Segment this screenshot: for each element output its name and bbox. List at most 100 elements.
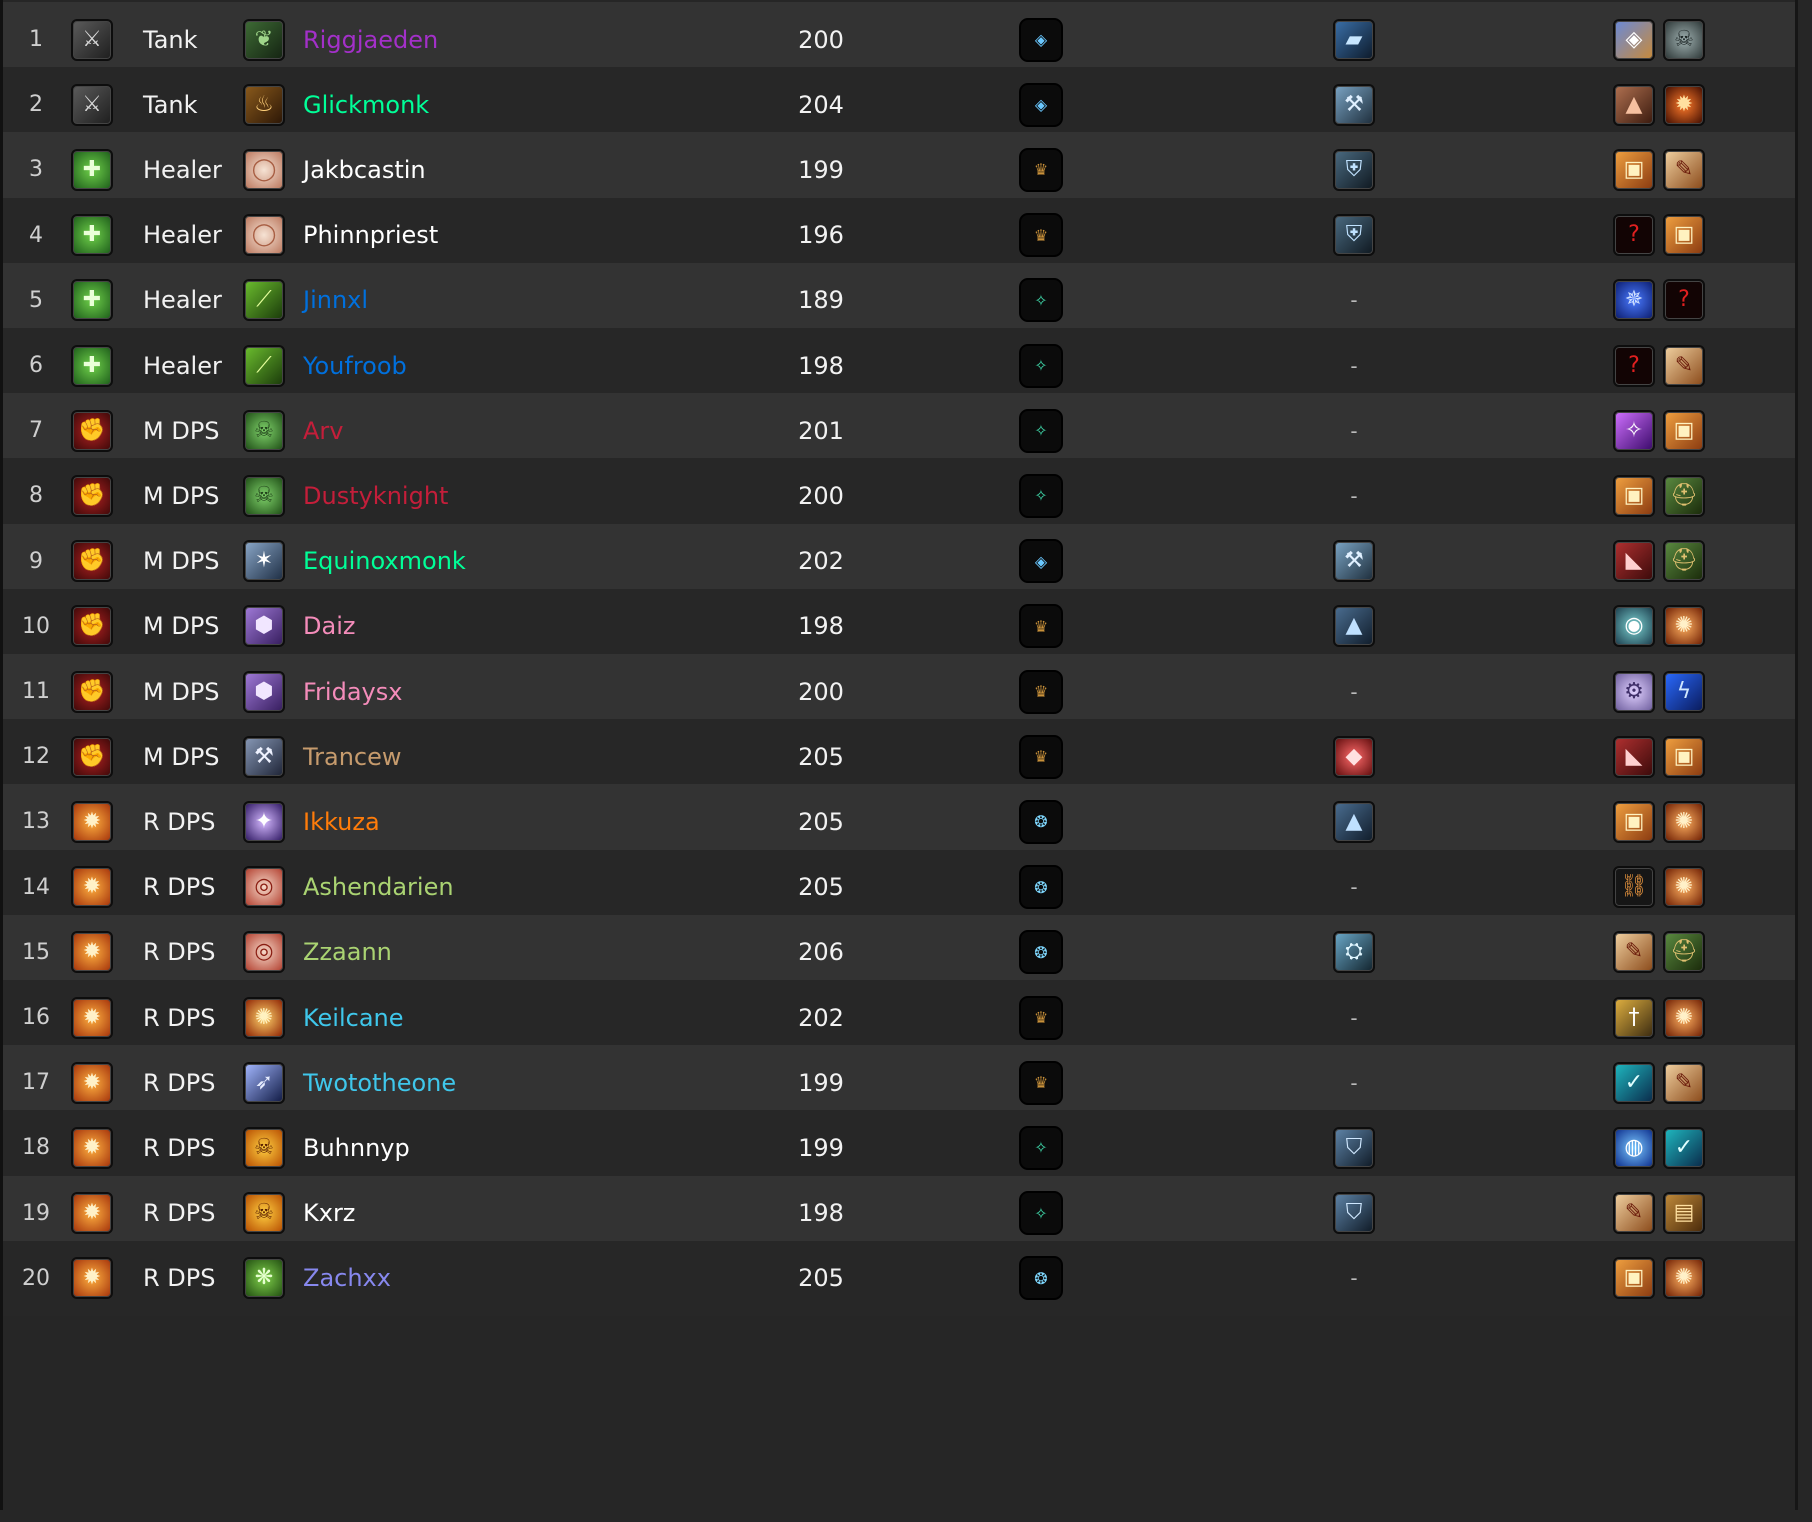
role-icon-cell: ✹ xyxy=(71,1110,113,1185)
trinkets-cell: ◣ ▣ xyxy=(1613,719,1705,794)
trinkets-cell: ▣ ✺ xyxy=(1613,1241,1705,1316)
table-row[interactable]: 1 ⚔ Tank ❦ Riggjaeden 200 ◈ ▰ ◈ ☠ xyxy=(3,2,1795,77)
trinket-skull-icon: ☠ xyxy=(1663,18,1705,61)
table-row[interactable]: 8 ✊ M DPS ☠ Dustyknight 200 ✧ - ▣ ⛑ xyxy=(3,458,1795,534)
player-name-link[interactable]: Jakbcastin xyxy=(303,132,426,207)
table-row[interactable]: 12 ✊ M DPS ⚒ Trancew 205 ♛ ◆ ◣ ▣ xyxy=(3,719,1795,795)
empty-tier: - xyxy=(1350,1266,1358,1291)
tier-cell: ⛉ xyxy=(1331,1110,1377,1185)
row-number: 13 xyxy=(22,809,50,835)
player-name-link[interactable]: Zzaann xyxy=(303,915,392,990)
item-level: 200 xyxy=(798,25,844,54)
player-name-link[interactable]: Equinoxmonk xyxy=(303,524,466,599)
melee-dps-icon: ✊ xyxy=(71,605,113,648)
player-name-link[interactable]: Kxrz xyxy=(303,1176,355,1251)
ranged-dps-icon: ✹ xyxy=(71,866,113,909)
table-row[interactable]: 6 ✚ Healer ⟋ Youfroob 198 ✧ -? ✎ xyxy=(3,328,1795,403)
paladin-retribution-icon: ⬢ xyxy=(243,605,285,648)
healer-icon: ✚ xyxy=(71,148,113,191)
shaman-restoration-icon: ⟋ xyxy=(243,344,285,387)
venthyr-icon: ♛ xyxy=(1019,213,1063,258)
table-row[interactable]: 19 ✹ R DPS ☠ Kxrz 198 ✧ ⛉ ✎ ▤ xyxy=(3,1175,1795,1251)
trinkets-cell: ◈ ☠ xyxy=(1613,2,1705,77)
trinket-chest-icon: ▣ xyxy=(1663,214,1705,257)
table-row[interactable]: 11 ✊ M DPS ⬢ Fridaysx 200 ♛ - ⚙ ϟ xyxy=(3,654,1795,729)
necrolord-icon: ✧ xyxy=(1019,278,1063,323)
table-row[interactable]: 3 ✚ Healer ◯ Jakbcastin 199 ♛ ⛨ ▣ ✎ xyxy=(3,132,1795,208)
trinket-ore-icon: ▲ xyxy=(1613,83,1655,126)
ranged-dps-icon: ✹ xyxy=(71,931,113,974)
row-number: 8 xyxy=(29,483,43,509)
role-icon-cell: ✚ xyxy=(71,198,113,273)
player-name-link[interactable]: Jinnxl xyxy=(303,263,368,338)
trinkets-cell: ▣ ⛑ xyxy=(1613,458,1705,533)
covenant-cell: ◈ xyxy=(1019,67,1063,142)
empty-tier: - xyxy=(1350,353,1358,378)
table-row[interactable]: 18 ✹ R DPS ☠ Buhnnyp 199 ✧ ⛉ ◍ ✓ xyxy=(3,1110,1795,1186)
melee-dps-icon: ✊ xyxy=(71,540,113,583)
player-name-link[interactable]: Buhnnyp xyxy=(303,1110,410,1185)
trinket-orb-icon: ✺ xyxy=(1663,605,1705,648)
table-row[interactable]: 10 ✊ M DPS ⬢ Daiz 198 ♛ ▲ ◉ ✺ xyxy=(3,588,1795,664)
empty-tier: - xyxy=(1350,679,1358,704)
trinket-orb-icon: ✺ xyxy=(1663,1257,1705,1300)
mage-fire-icon: ✺ xyxy=(243,996,285,1039)
trinket-pair: ▣ ✺ xyxy=(1613,1257,1705,1300)
table-row[interactable]: 14 ✹ R DPS ◎ Ashendarien 205 ❂ - ⛓ ✺ xyxy=(3,849,1795,925)
player-name-link[interactable]: Ashendarien xyxy=(303,850,454,925)
table-row[interactable]: 13 ✹ R DPS ✦ Ikkuza 205 ❂ ▲ ▣ ✺ xyxy=(3,784,1795,860)
table-row[interactable]: 16 ✹ R DPS ✺ Keilcane 202 ♛ - † ✺ xyxy=(3,980,1795,1055)
trinket-pair: ✎ ⛑ xyxy=(1613,931,1705,974)
player-name-link[interactable]: Ikkuza xyxy=(303,784,380,859)
table-row[interactable]: 4 ✚ Healer ◯ Phinnpriest 196 ♛ ⛨? ▣ xyxy=(3,197,1795,273)
covenant-cell: ✧ xyxy=(1019,328,1063,403)
role-label: R DPS xyxy=(143,1003,216,1032)
table-row[interactable]: 20 ✹ R DPS ❋ Zachxx 205 ❂ - ▣ ✺ xyxy=(3,1240,1795,1316)
table-row[interactable]: 17 ✹ R DPS ➶ Twototheone 199 ♛ - ✓ ✎ xyxy=(3,1045,1795,1121)
row-number: 17 xyxy=(22,1070,50,1096)
player-name-link[interactable]: Arv xyxy=(303,393,344,468)
player-name-link[interactable]: Zachxx xyxy=(303,1241,391,1316)
table-row[interactable]: 15 ✹ R DPS ◎ Zzaann 206 ❂ ⛭ ✎ ⛑ xyxy=(3,914,1795,990)
table-row[interactable]: 2 ⚔ Tank ♨ Glickmonk 204 ◈ ⚒ ▲ ✹ xyxy=(3,67,1795,143)
ranged-dps-icon: ✹ xyxy=(71,1126,113,1169)
player-name-link[interactable]: Keilcane xyxy=(303,980,404,1055)
tier-cell: - xyxy=(1331,1045,1377,1120)
player-name-link[interactable]: Riggjaeden xyxy=(303,2,438,77)
role-label: M DPS xyxy=(143,481,220,510)
role-icon-cell: ✊ xyxy=(71,654,113,729)
player-name-link[interactable]: Phinnpriest xyxy=(303,198,438,273)
class-icon-cell: ⚒ xyxy=(243,719,285,794)
player-name-link[interactable]: Daiz xyxy=(303,589,355,664)
trinket-chest-icon: ▣ xyxy=(1663,735,1705,778)
table-row[interactable]: 5 ✚ Healer ⟋ Jinnxl 189 ✧ - ✵? xyxy=(3,262,1795,338)
class-icon-cell: ☠ xyxy=(243,393,285,468)
trinket-chest-icon: ▣ xyxy=(1613,148,1655,191)
necrolord-icon: ✧ xyxy=(1019,1191,1063,1236)
player-name-link[interactable]: Twototheone xyxy=(303,1045,456,1120)
trinket-pair: ◍ ✓ xyxy=(1613,1126,1705,1169)
covenant-cell: ♛ xyxy=(1019,589,1063,664)
trinket-pair: ◣ ▣ xyxy=(1613,735,1705,778)
priest-shadow-skull-icon: ☠ xyxy=(243,1126,285,1169)
item-level: 204 xyxy=(798,90,844,119)
role-icon-cell: ✊ xyxy=(71,719,113,794)
player-name-link[interactable]: Glickmonk xyxy=(303,67,429,142)
trinket-chest-icon: ▣ xyxy=(1663,409,1705,452)
player-name-link[interactable]: Youfroob xyxy=(303,328,407,403)
player-name-link[interactable]: Trancew xyxy=(303,719,402,794)
player-name-link[interactable]: Dustyknight xyxy=(303,458,448,533)
player-name-link[interactable]: Fridaysx xyxy=(303,654,402,729)
role-icon-cell: ✚ xyxy=(71,132,113,207)
item-level: 205 xyxy=(798,1264,844,1293)
ranged-dps-icon: ✹ xyxy=(71,1257,113,1300)
trinket-fire-icon: ✹ xyxy=(1663,83,1705,126)
table-row[interactable]: 7 ✊ M DPS ☠ Arv 201 ✧ - ✧ ▣ xyxy=(3,393,1795,469)
trinket-pair: ▣ ✺ xyxy=(1613,800,1705,843)
ranged-dps-icon: ✹ xyxy=(71,996,113,1039)
table-row[interactable]: 9 ✊ M DPS ✶ Equinoxmonk 202 ◈ ⚒ ◣ ⛑ xyxy=(3,523,1795,599)
ranged-dps-icon: ✹ xyxy=(71,1061,113,1104)
trinket-pair: † ✺ xyxy=(1613,996,1705,1039)
empty-tier: - xyxy=(1350,418,1358,443)
role-label: R DPS xyxy=(143,1264,216,1293)
